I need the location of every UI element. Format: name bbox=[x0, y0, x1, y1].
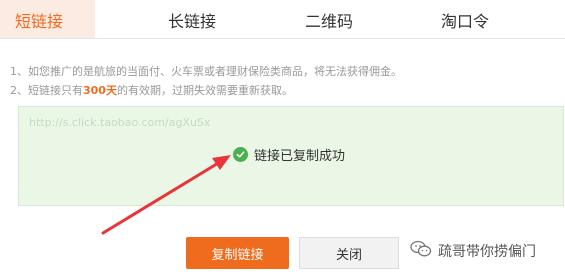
close-button[interactable]: 关闭 bbox=[299, 237, 399, 269]
watermark: 疏哥带你捞偏门 bbox=[410, 240, 536, 262]
wechat-icon bbox=[410, 240, 432, 262]
copy-link-button[interactable]: 复制链接 bbox=[186, 237, 289, 269]
watermark-text: 疏哥带你捞偏门 bbox=[438, 244, 536, 260]
